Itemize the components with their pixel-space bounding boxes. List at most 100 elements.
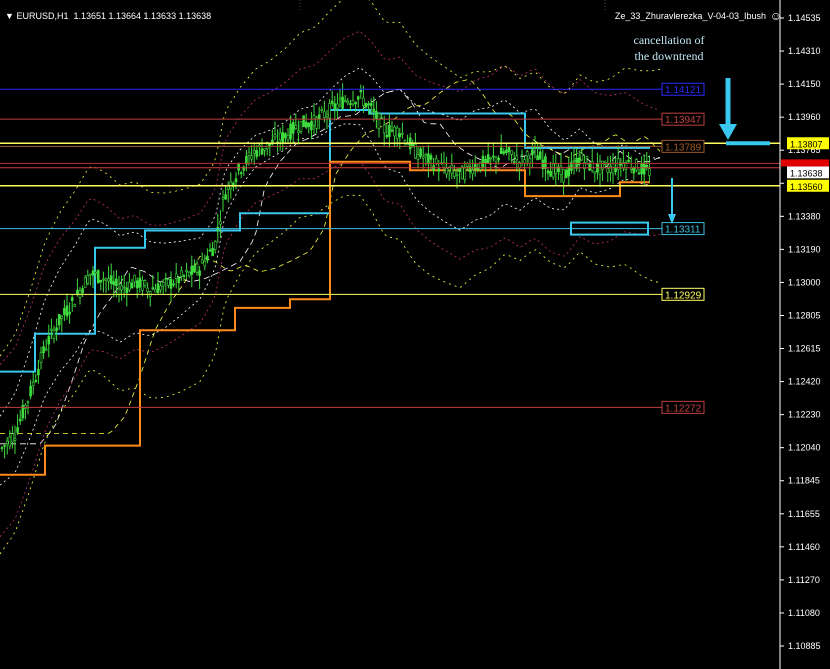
- level-label: 1.13789: [665, 142, 702, 153]
- candle-body: [510, 150, 513, 155]
- candle-body: [564, 169, 568, 179]
- candle-body: [310, 121, 313, 131]
- candle-body: [401, 132, 404, 135]
- candle-body: [429, 155, 433, 160]
- candle-body: [297, 130, 300, 133]
- candle-body: [328, 103, 331, 119]
- smiley-icon: ☺: [769, 9, 782, 23]
- candle-body: [382, 124, 386, 134]
- candle-body: [580, 153, 584, 161]
- candle-body: [473, 164, 477, 170]
- candle-body: [31, 382, 35, 386]
- candle-body: [281, 132, 285, 143]
- candle-body: [588, 163, 591, 171]
- candle-body: [289, 123, 292, 140]
- candle-body: [206, 255, 209, 261]
- candle-body: [239, 172, 243, 174]
- candle-body: [221, 197, 225, 200]
- candle-body: [312, 114, 316, 126]
- candle-body: [484, 158, 487, 164]
- candle-body: [55, 327, 58, 331]
- candle-body: [247, 151, 251, 156]
- candle-body: [63, 307, 66, 315]
- candle-body: [364, 103, 368, 108]
- candle-body: [520, 154, 524, 157]
- price-tick-label: 1.11655: [788, 509, 820, 519]
- candle-body: [388, 125, 391, 137]
- candle-body: [39, 352, 43, 363]
- candle-body: [128, 281, 131, 291]
- price-tag-label: 1.13807: [790, 139, 823, 149]
- candle-body: [193, 265, 196, 273]
- level-label: 1.12272: [665, 403, 702, 414]
- candle-body: [593, 171, 597, 174]
- price-tick-label: 1.12615: [788, 344, 821, 354]
- candle-body: [338, 97, 342, 100]
- candle-body: [99, 279, 103, 283]
- level-label: 1.13311: [665, 225, 701, 236]
- candle-body: [304, 121, 308, 128]
- candle-body: [398, 133, 402, 137]
- candle-body: [515, 155, 519, 160]
- candle-body: [29, 385, 32, 397]
- candle-body: [57, 314, 61, 326]
- candle-body: [252, 150, 256, 154]
- candle-body: [572, 160, 576, 162]
- candle-body: [70, 297, 74, 301]
- candle-body: [83, 276, 87, 288]
- candle-body: [185, 269, 188, 272]
- candle-body: [180, 270, 183, 277]
- price-tick-label: 1.11080: [788, 608, 820, 618]
- candle-body: [102, 278, 105, 281]
- candle-body: [198, 270, 201, 276]
- price-tags: 1.13807 1.13638 1.13560: [781, 137, 829, 192]
- candle-body: [213, 241, 217, 250]
- candle-body: [455, 173, 459, 176]
- candle-body: [499, 147, 503, 155]
- candle-body: [317, 114, 321, 119]
- candle-body: [3, 445, 6, 447]
- candle-body: [211, 248, 214, 257]
- candle-body: [286, 135, 290, 141]
- price-tick-label: 1.13190: [788, 244, 821, 254]
- candle-body: [156, 283, 160, 294]
- candle-body: [169, 279, 173, 289]
- candle-body: [642, 162, 646, 175]
- candle-body: [645, 164, 649, 168]
- candle-body: [112, 281, 116, 286]
- candle-body: [224, 194, 227, 200]
- candle-body: [614, 167, 617, 172]
- price-tag-label: 1.13638: [790, 168, 823, 178]
- candle-body: [349, 103, 352, 105]
- price-chart[interactable]: 1.14121 1.13947 1.13789 1.13311 1.12929 1.122…: [0, 0, 830, 669]
- candle-body: [18, 418, 22, 422]
- price-tick-label: 1.13000: [788, 277, 821, 287]
- candle-body: [73, 304, 77, 308]
- candle-body: [359, 89, 363, 93]
- candle-body: [476, 168, 480, 170]
- candle-body: [531, 149, 534, 156]
- candle-body: [351, 100, 355, 105]
- candle-body: [141, 280, 144, 291]
- candle-body: [34, 379, 38, 382]
- candle-body: [164, 277, 168, 280]
- level-label: 1.12929: [665, 290, 702, 301]
- candle-body: [369, 103, 373, 107]
- symbol-header: ▼ EURUSD,H1 1.13651 1.13664 1.13633 1.13…: [5, 11, 211, 21]
- candle-body: [190, 265, 194, 275]
- candle-body: [104, 278, 108, 281]
- candle-body: [367, 103, 370, 106]
- candle-body: [44, 348, 48, 351]
- price-tick-label: 1.12040: [788, 443, 821, 453]
- candle-body: [130, 282, 134, 289]
- candle-body: [393, 126, 396, 137]
- candle-body: [187, 271, 191, 277]
- candle-body: [52, 329, 56, 339]
- price-tick-label: 1.10885: [788, 641, 821, 651]
- candle-body: [237, 163, 240, 171]
- candle-body: [11, 433, 14, 443]
- candle-body: [523, 159, 526, 164]
- candle-body: [421, 156, 425, 159]
- candle-body: [536, 155, 539, 161]
- candle-body: [320, 109, 324, 111]
